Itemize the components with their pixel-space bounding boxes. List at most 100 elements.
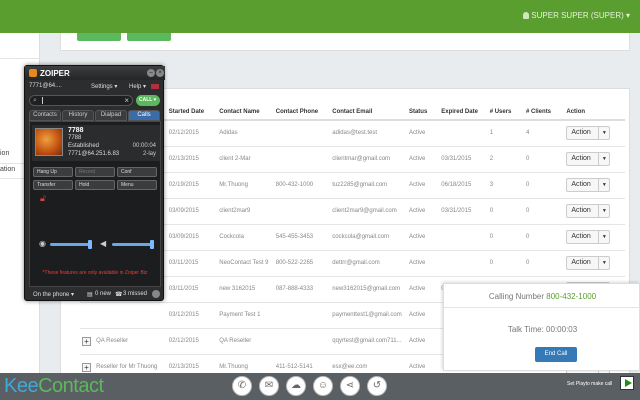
table-cell: Payment Test 1: [217, 301, 274, 328]
table-cell: 06/18/2015: [439, 171, 488, 198]
menu-button[interactable]: Menu: [117, 180, 157, 190]
microphone-icon[interactable]: ◉: [39, 239, 46, 248]
minimize-icon[interactable]: –: [147, 69, 155, 77]
status-globe-icon[interactable]: [152, 290, 160, 298]
biz-warning: *These features are only available in Zo…: [42, 270, 148, 276]
end-call-button[interactable]: End Call: [535, 347, 577, 362]
conference-button[interactable]: Conf: [117, 167, 157, 177]
sidebar-item[interactable]: ation: [0, 166, 15, 173]
table-cell: 1: [487, 119, 525, 146]
envelope-icon[interactable]: ✉: [259, 376, 279, 396]
action-label: Action: [571, 181, 591, 188]
call-duration: 00:00:04: [132, 143, 156, 149]
table-cell: Adidas: [217, 119, 274, 146]
hold-button[interactable]: Hold: [75, 180, 115, 190]
table-cell: 2: [487, 145, 525, 172]
brand-part-1: Kee: [4, 375, 39, 397]
mic-volume-handle[interactable]: [88, 240, 92, 249]
speaker-icon[interactable]: ◀︎: [100, 239, 106, 248]
zoiper-logo-icon: [29, 69, 37, 77]
action-label: Action: [571, 155, 591, 162]
record-button[interactable]: Record: [75, 167, 115, 177]
transfer-button[interactable]: Transfer: [33, 180, 73, 190]
table-cell: NeoContact Test 9: [217, 249, 274, 276]
action-cell: Action ▼: [564, 249, 625, 276]
expand-cell: +: [80, 327, 95, 354]
tab-dialpad[interactable]: Dialpad: [95, 110, 127, 121]
mic-volume-slider[interactable]: [50, 243, 92, 246]
talk-time: Talk Time: 00:00:03: [507, 325, 578, 334]
share-icon[interactable]: ⋖: [340, 376, 360, 396]
col-header: Contact Email: [330, 92, 407, 121]
new-messages-count[interactable]: 0 new: [95, 291, 111, 297]
table-cell: paymenttest1@gmail.com: [330, 301, 407, 328]
caret-down-icon[interactable]: ▼: [598, 257, 609, 269]
caret-down-icon[interactable]: ▼: [598, 179, 609, 191]
table-cell: [94, 301, 167, 328]
tab-contacts[interactable]: Contacts: [29, 110, 61, 121]
dial-search-input[interactable]: ⌕ ×: [29, 95, 133, 106]
tab-history[interactable]: History: [62, 110, 94, 121]
users-icon[interactable]: ☺: [313, 376, 333, 396]
action-label: Action: [571, 129, 591, 137]
caret-down-icon[interactable]: ▼: [598, 127, 609, 140]
action-cell: Action ▼: [564, 223, 625, 250]
missed-calls-icon: ☎: [115, 292, 123, 298]
help-menu[interactable]: Help ▾: [129, 83, 146, 90]
green-button[interactable]: [127, 33, 171, 41]
col-header: # Clients: [524, 92, 565, 121]
active-call-card[interactable]: 7788 7788 Established 7771@64.251.6.83 0…: [32, 125, 160, 161]
table-cell: adidas@test.test: [330, 119, 407, 146]
zoiper-titlebar: ZOIPER – ×: [25, 66, 165, 80]
action-dropdown-button[interactable]: Action ▼: [566, 178, 611, 192]
table-cell: 4: [524, 119, 565, 146]
caret-down-icon[interactable]: ▼: [598, 153, 609, 165]
tab-calls[interactable]: Calls: [128, 110, 160, 121]
close-icon[interactable]: ×: [156, 69, 164, 77]
action-dropdown-button[interactable]: Action ▼: [566, 204, 611, 218]
action-dropdown-button[interactable]: Action ▼: [566, 256, 611, 270]
action-dropdown-button[interactable]: Action ▼: [566, 126, 611, 141]
table-cell: 03/09/2015: [166, 223, 218, 250]
caret-down-icon[interactable]: ▼: [598, 231, 609, 243]
col-header: Started Date: [166, 92, 218, 121]
caret-down-icon[interactable]: ▼: [598, 205, 609, 217]
account-selector[interactable]: 7771@64....: [29, 83, 62, 89]
call-state: Established: [68, 143, 100, 149]
expand-icon[interactable]: +: [82, 362, 91, 372]
table-cell: Active: [406, 249, 440, 276]
speaker-volume-handle[interactable]: [150, 240, 154, 249]
table-cell: Cockcola: [217, 223, 274, 250]
table-cell: 03/31/2015: [439, 197, 488, 224]
history-icon[interactable]: ↺: [367, 376, 387, 396]
table-cell: [439, 249, 488, 276]
chat-icon[interactable]: ☁: [286, 376, 306, 396]
table-cell: [273, 145, 331, 172]
play-icon[interactable]: [620, 376, 634, 390]
action-dropdown-button[interactable]: Action ▼: [566, 152, 611, 166]
hang-up-button[interactable]: Hang Up: [33, 167, 73, 177]
settings-menu[interactable]: Settings ▾: [91, 83, 117, 90]
clear-icon[interactable]: ×: [124, 96, 129, 105]
presence-status[interactable]: On the phone ▾: [33, 291, 74, 298]
action-dropdown-button[interactable]: Action ▼: [566, 230, 611, 244]
calling-number-line: Calling Number 800-432-1000: [444, 292, 640, 301]
flag-icon[interactable]: [151, 84, 159, 89]
expand-cell: [80, 301, 95, 328]
sidebar-item[interactable]: ion: [0, 150, 9, 157]
call-mode: 2-lay: [142, 151, 156, 157]
table-cell: 087-888-4333: [273, 275, 331, 302]
zoiper-softphone: ZOIPER – × 7771@64.... Settings ▾ Help ▾…: [24, 65, 165, 301]
green-button[interactable]: [77, 33, 121, 41]
missed-calls-count[interactable]: 3 missed: [123, 291, 147, 297]
user-menu[interactable]: SUPER SUPER (SUPER) ▾: [523, 11, 630, 20]
phone-icon[interactable]: ✆: [232, 376, 252, 396]
unlock-icon[interactable]: 🔓︎: [40, 193, 46, 204]
speaker-volume-slider[interactable]: [112, 243, 154, 246]
table-cell: [273, 301, 331, 328]
call-button[interactable]: CALL ▾: [136, 95, 160, 106]
caller-number: 7788: [68, 135, 82, 141]
expand-icon[interactable]: +: [82, 336, 91, 346]
caller-avatar: [35, 128, 63, 156]
toolbar-card: [60, 33, 630, 51]
